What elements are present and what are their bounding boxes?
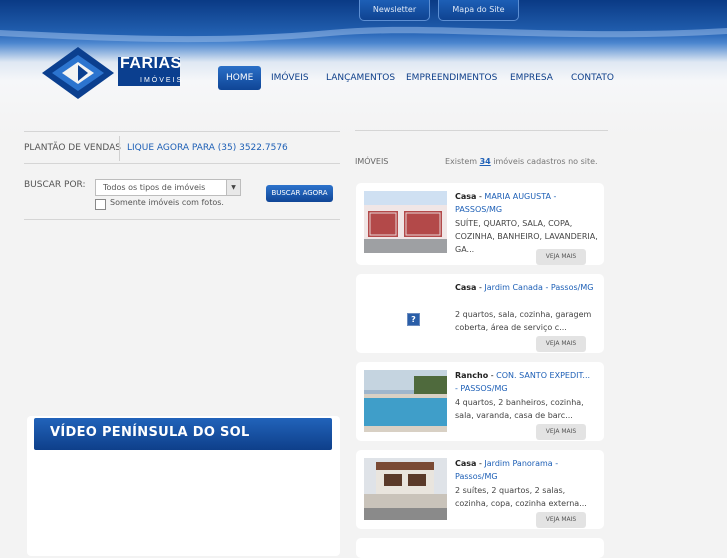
listing-card[interactable]: Casa - MARIA AUGUSTA - PASSOS/MG SUÍTE, …: [356, 183, 604, 265]
listing-card[interactable]: Casa - Jardim Panorama - Passos/MG 2 suí…: [356, 450, 604, 529]
pool-photo-image: [364, 370, 447, 432]
listing-description: 4 quartos, 2 banheiros, cozinha, sala, v…: [455, 398, 584, 420]
search-label: BUSCAR POR:: [24, 180, 86, 190]
nav-lancamentos[interactable]: LANÇAMENTOS: [326, 66, 395, 90]
count-suffix: imóveis cadastros no site.: [493, 157, 598, 166]
listing-title: Rancho - CON. SANTO EXPEDIT... - PASSOS/…: [455, 371, 591, 393]
listing-card[interactable]: ? Casa - Jardim Canada - Passos/MG 2 qua…: [356, 274, 604, 353]
sitemap-button[interactable]: Mapa do Site: [438, 0, 519, 21]
veja-mais-button[interactable]: VEJA MAIS: [536, 336, 586, 352]
photos-only-label: Somente imóveis com fotos.: [110, 198, 224, 207]
veja-mais-button[interactable]: VEJA MAIS: [536, 424, 586, 440]
imoveis-count-link[interactable]: 34: [480, 157, 491, 166]
divider: [119, 136, 120, 161]
listing-photo[interactable]: [364, 191, 447, 253]
listing-description: 2 quartos, sala, cozinha, garagem cobert…: [455, 310, 592, 332]
nav-imoveis[interactable]: IMÓVEIS: [271, 66, 309, 90]
nav-home[interactable]: HOME: [218, 66, 262, 90]
listing-description: 2 suítes, 2 quartos, 2 salas, cozinha, c…: [455, 486, 587, 508]
listing-type: Casa: [455, 192, 477, 201]
listing-card[interactable]: Rancho - CON. SANTO EXPEDIT... - PASSOS/…: [356, 362, 604, 441]
property-type-value: Todos os tipos de imóveis: [103, 183, 206, 192]
newsletter-button[interactable]: Newsletter: [359, 0, 430, 21]
nav-empresa[interactable]: EMPRESA: [510, 66, 553, 90]
video-title: VÍDEO PENÍNSULA DO SOL: [50, 425, 250, 440]
divider: [24, 131, 340, 132]
divider: [355, 130, 608, 131]
listing-title: Casa - Jardim Panorama - Passos/MG: [455, 459, 559, 481]
property-type-select[interactable]: Todos os tipos de imóveis ▼: [95, 179, 241, 196]
dropdown-arrow-icon[interactable]: ▼: [226, 180, 240, 195]
nav-empreendimentos[interactable]: EMPREENDIMENTOS: [406, 66, 497, 90]
veja-mais-button[interactable]: VEJA MAIS: [536, 249, 586, 265]
count-prefix: Existem: [445, 157, 478, 166]
divider: [24, 219, 340, 220]
logo-name: FARIAS: [120, 55, 182, 72]
listing-photo[interactable]: ?: [364, 282, 447, 344]
divider: [24, 163, 340, 164]
listing-title: Casa - MARIA AUGUSTA - PASSOS/MG: [455, 192, 557, 214]
listing-type: Rancho: [455, 371, 489, 380]
veja-mais-button[interactable]: VEJA MAIS: [536, 512, 586, 528]
missing-image-icon: ?: [407, 313, 420, 326]
house-photo-image: [364, 191, 447, 253]
plantao-phone: LIQUE AGORA PARA (35) 3522.7576: [127, 143, 288, 153]
plantao-label: PLANTÃO DE VENDAS: [24, 143, 121, 153]
listing-photo[interactable]: [364, 458, 447, 520]
listing-location[interactable]: Jardim Canada - Passos/MG: [484, 283, 593, 292]
logo[interactable]: FARIAS IMÓVEIS: [42, 47, 184, 99]
search-button[interactable]: BUSCAR AGORA: [266, 185, 333, 202]
photos-only-checkbox[interactable]: [95, 199, 106, 210]
listing-title: Casa - Jardim Canada - Passos/MG: [455, 283, 594, 292]
listing-type: Casa: [455, 459, 477, 468]
nav-contato[interactable]: CONTATO: [571, 66, 614, 90]
listing-photo[interactable]: [364, 370, 447, 432]
house-photo-image: [364, 458, 447, 520]
imoveis-heading: IMÓVEIS: [355, 157, 389, 166]
logo-sub: IMÓVEIS: [140, 77, 184, 84]
imoveis-count-text: Existem 34 imóveis cadastros no site.: [445, 157, 598, 166]
listing-card[interactable]: [356, 538, 604, 558]
listing-type: Casa: [455, 283, 477, 292]
